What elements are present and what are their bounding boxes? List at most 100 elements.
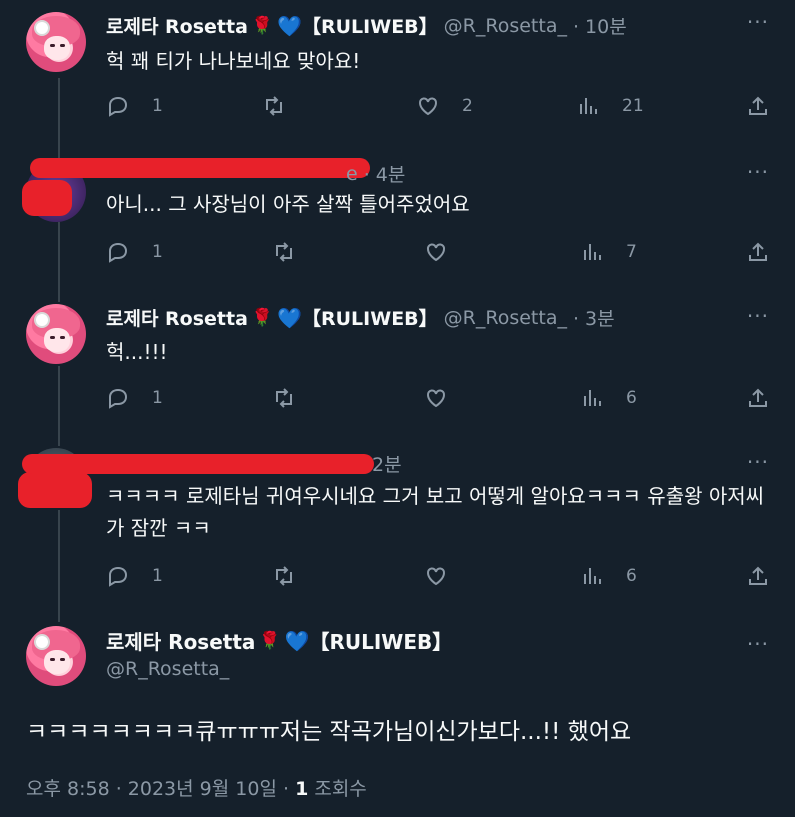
redaction xyxy=(22,454,374,474)
like-button[interactable]: 2 xyxy=(416,94,473,118)
retweet-button[interactable] xyxy=(272,564,318,588)
retweet-button[interactable] xyxy=(272,386,318,410)
view-count: 7 xyxy=(626,242,637,262)
blue-heart-icon: 💙 xyxy=(277,13,302,38)
action-bar: 1 2 21 xyxy=(106,94,770,118)
handle[interactable]: @R_Rosetta_ xyxy=(444,307,567,329)
heart-icon xyxy=(427,567,445,586)
reply-button[interactable]: 1 xyxy=(106,240,163,264)
redaction xyxy=(30,158,370,178)
more-icon[interactable]: ··· xyxy=(747,632,769,656)
share-button[interactable] xyxy=(746,240,770,264)
timestamp[interactable]: · 3분 xyxy=(573,304,615,331)
tweet-text: ㅋㅋㅋㅋ 로제타님 귀여우시네요 그거 보고 어떻게 알아요ㅋㅋㅋ 유출왕 아저… xyxy=(106,484,765,540)
flower-icon xyxy=(34,312,50,328)
rose-icon: 🌹 xyxy=(259,630,281,651)
tweet-header: e · 4분 xyxy=(346,160,405,187)
handle[interactable]: @R_Rosetta_ xyxy=(444,15,567,37)
handle[interactable]: @R_Rosetta_ xyxy=(106,658,229,680)
more-icon[interactable]: ··· xyxy=(747,304,769,328)
like-count: 2 xyxy=(462,96,473,116)
blue-heart-icon: 💙 xyxy=(277,305,302,330)
more-icon[interactable]: ··· xyxy=(747,450,769,474)
timestamp[interactable]: 오후 8:58 · 2023년 9월 10일 · xyxy=(26,778,289,800)
reply-count: 1 xyxy=(152,96,163,116)
views-button[interactable]: 6 xyxy=(580,564,637,588)
views-button[interactable]: 7 xyxy=(580,240,637,264)
heart-icon xyxy=(419,97,437,116)
reply-icon xyxy=(109,566,128,587)
retweet-button[interactable] xyxy=(262,94,308,118)
share-button[interactable] xyxy=(746,386,770,410)
views-button[interactable]: 6 xyxy=(580,386,637,410)
display-name[interactable]: 로제타 Rosetta xyxy=(106,304,248,331)
retweet-button[interactable] xyxy=(272,240,318,264)
views-label: 조회수 xyxy=(314,778,367,800)
timestamp[interactable]: · 4분 xyxy=(364,160,406,187)
retweet-icon xyxy=(276,388,292,408)
more-icon[interactable]: ··· xyxy=(747,160,769,184)
redaction xyxy=(18,472,92,508)
tweet-text: 헉 꽤 티가 나나보네요 맞아요! xyxy=(106,49,361,73)
timestamp[interactable]: · 10분 xyxy=(573,12,627,39)
views-icon xyxy=(580,98,597,114)
reply-icon xyxy=(109,96,128,117)
view-count: 1 xyxy=(295,778,309,800)
action-bar: 1 7 xyxy=(106,240,770,264)
rose-icon: 🌹 xyxy=(251,307,274,328)
handle-fragment[interactable]: e xyxy=(346,163,358,185)
main-tweet-text: ㅋㅋㅋㅋㅋㅋㅋㅋ큐ㅠㅠㅠ저는 작곡가님이신가보다...!! 했어요 xyxy=(26,719,632,745)
reply-button[interactable]: 1 xyxy=(106,94,163,118)
heart-icon xyxy=(427,243,445,262)
redaction xyxy=(22,180,72,216)
display-name[interactable]: 로제타 Rosetta xyxy=(106,626,255,655)
like-button[interactable] xyxy=(424,240,470,264)
reply-button[interactable]: 1 xyxy=(106,564,163,588)
retweet-icon xyxy=(276,566,292,586)
reply-tweet[interactable]: 2분 ··· ㅋㅋㅋㅋ 로제타님 귀여우시네요 그거 보고 어떻게 알아요ㅋㅋㅋ… xyxy=(0,438,795,608)
reply-tweet[interactable]: 로제타 Rosetta 🌹 💙 【RULIWEB】 @R_Rosetta_ · … xyxy=(0,294,795,438)
reply-count: 1 xyxy=(152,242,163,262)
like-button[interactable] xyxy=(424,386,470,410)
views-icon xyxy=(584,244,601,260)
reply-icon xyxy=(109,242,128,263)
blue-heart-icon: 💙 xyxy=(284,628,310,653)
share-icon xyxy=(749,242,767,261)
avatar[interactable] xyxy=(26,12,86,72)
share-icon xyxy=(749,96,767,115)
share-icon xyxy=(749,388,767,407)
avatar[interactable] xyxy=(26,304,86,364)
more-icon[interactable]: ··· xyxy=(747,10,769,34)
share-button[interactable] xyxy=(746,94,770,118)
reply-button[interactable]: 1 xyxy=(106,386,163,410)
heart-icon xyxy=(427,389,445,408)
views-icon xyxy=(584,390,601,406)
retweet-icon xyxy=(276,242,292,262)
tweet-text: 아니... 그 사장님이 아주 살짝 틀어주었어요 xyxy=(106,192,470,216)
main-tweet-header: 로제타 Rosetta 🌹 💙 【RULIWEB】 xyxy=(106,626,452,655)
reply-icon xyxy=(109,388,128,409)
reply-count: 1 xyxy=(152,388,163,408)
action-bar: 1 6 xyxy=(106,386,770,410)
tweet-header: 2분 xyxy=(372,450,402,477)
timestamp[interactable]: 2분 xyxy=(372,450,402,477)
tweet-meta: 오후 8:58 · 2023년 9월 10일 · 1 조회수 xyxy=(26,774,367,801)
like-button[interactable] xyxy=(424,564,470,588)
view-count: 21 xyxy=(622,96,644,116)
share-button[interactable] xyxy=(746,564,770,588)
reply-count: 1 xyxy=(152,566,163,586)
display-name[interactable]: 로제타 Rosetta xyxy=(106,12,248,39)
share-icon xyxy=(749,566,767,585)
flower-icon xyxy=(34,20,50,36)
view-count: 6 xyxy=(626,566,637,586)
tweet-header: 로제타 Rosetta 🌹 💙 【RULIWEB】 @R_Rosetta_ · … xyxy=(106,12,627,39)
views-button[interactable]: 21 xyxy=(576,94,644,118)
view-count: 6 xyxy=(626,388,637,408)
main-avatar[interactable] xyxy=(26,626,86,686)
reply-tweet[interactable]: 로제타 Rosetta 🌹 💙 【RULIWEB】 @R_Rosetta_ · … xyxy=(0,0,795,150)
flower-icon xyxy=(34,634,50,650)
action-bar: 1 6 xyxy=(106,564,770,588)
rose-icon: 🌹 xyxy=(251,15,274,36)
tweet-text: 헉...!!! xyxy=(106,340,168,364)
reply-tweet[interactable]: e · 4분 ··· 아니... 그 사장님이 아주 살짝 틀어주었어요 1 7 xyxy=(0,150,795,294)
